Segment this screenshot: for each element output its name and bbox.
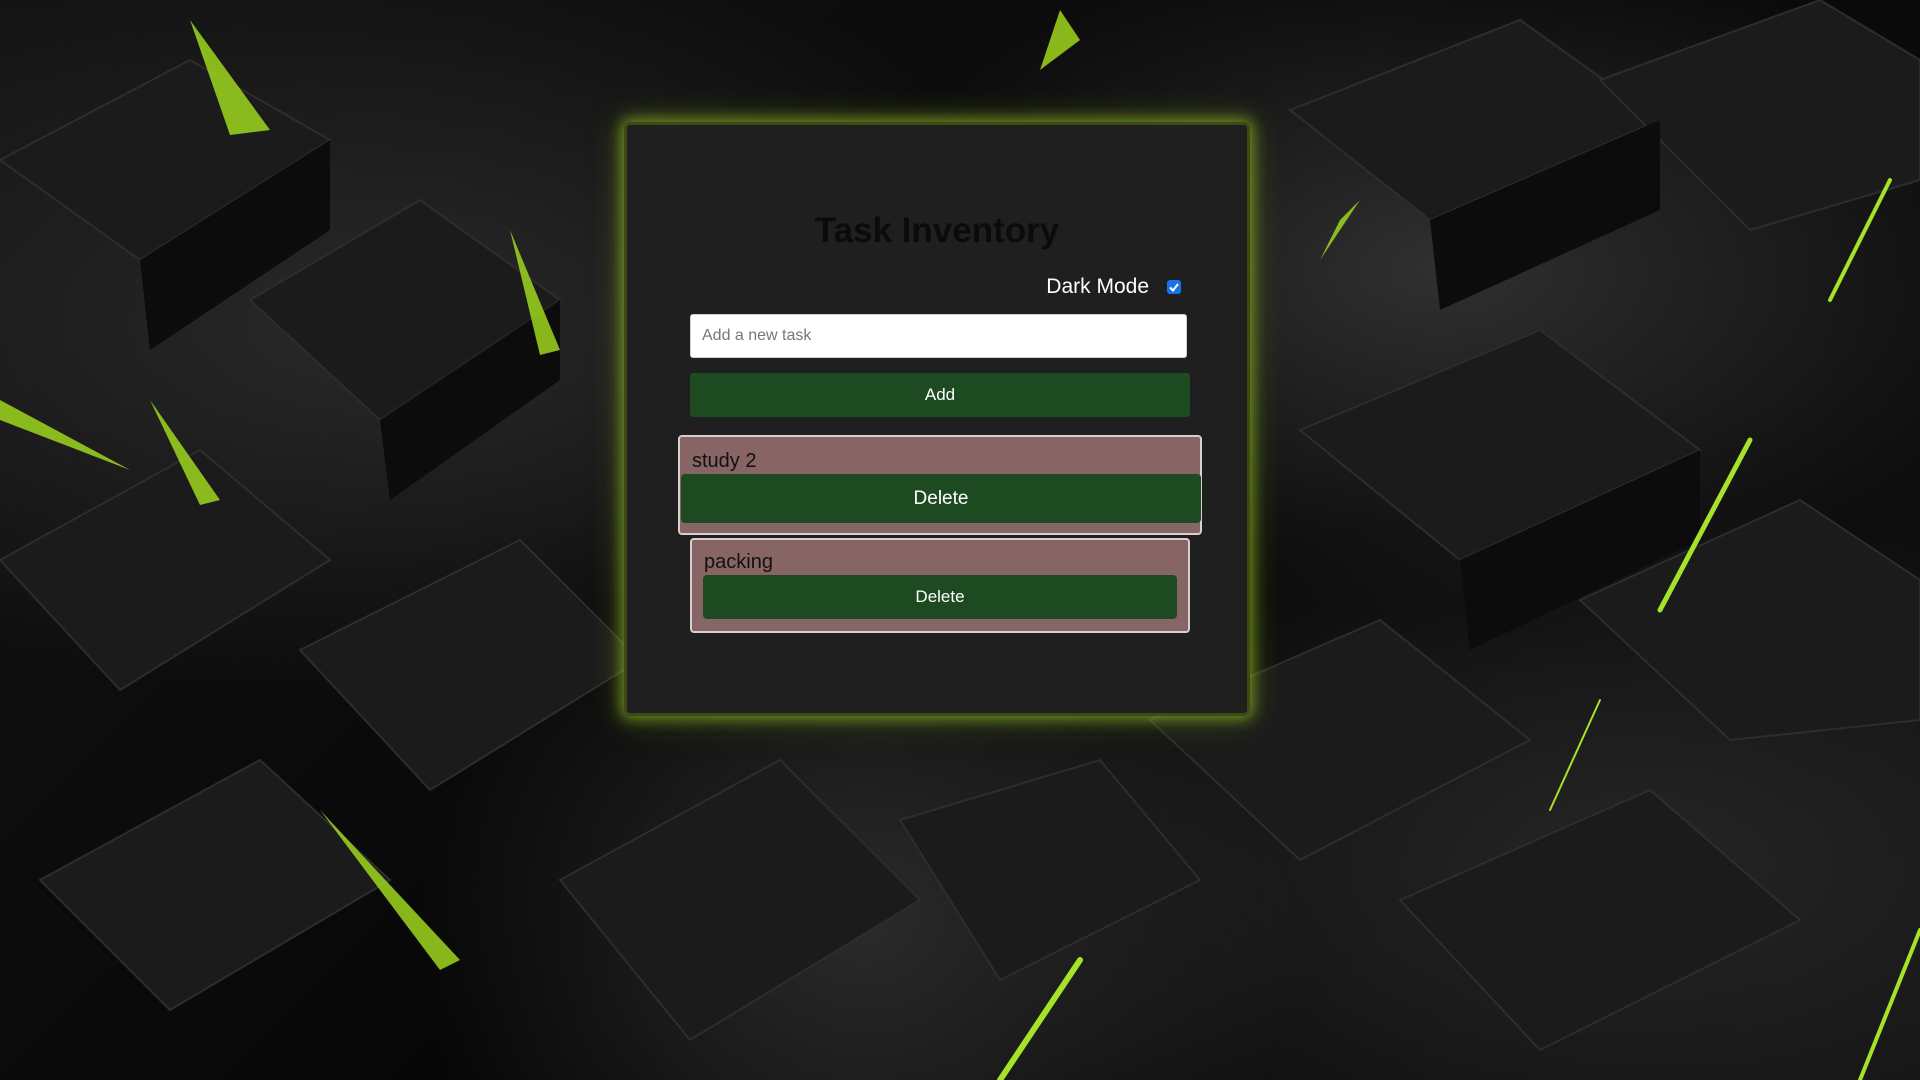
checkmark-icon xyxy=(1169,283,1179,293)
page-title: Task Inventory xyxy=(814,211,1060,250)
task-inventory-panel: Task Inventory Dark Mode Add study 2 Del… xyxy=(624,122,1250,716)
delete-task-button[interactable]: Delete xyxy=(703,575,1177,619)
task-item: study 2 Delete xyxy=(678,435,1202,535)
task-item: packing Delete xyxy=(690,538,1190,633)
dark-mode-checkbox[interactable] xyxy=(1167,280,1181,294)
task-name: packing xyxy=(704,551,773,573)
new-task-input[interactable] xyxy=(690,314,1187,358)
task-name: study 2 xyxy=(692,450,757,472)
add-task-button[interactable]: Add xyxy=(690,373,1190,417)
delete-task-button[interactable]: Delete xyxy=(681,474,1201,523)
dark-mode-toggle[interactable]: Dark Mode xyxy=(1046,275,1181,299)
dark-mode-label: Dark Mode xyxy=(1046,275,1149,298)
